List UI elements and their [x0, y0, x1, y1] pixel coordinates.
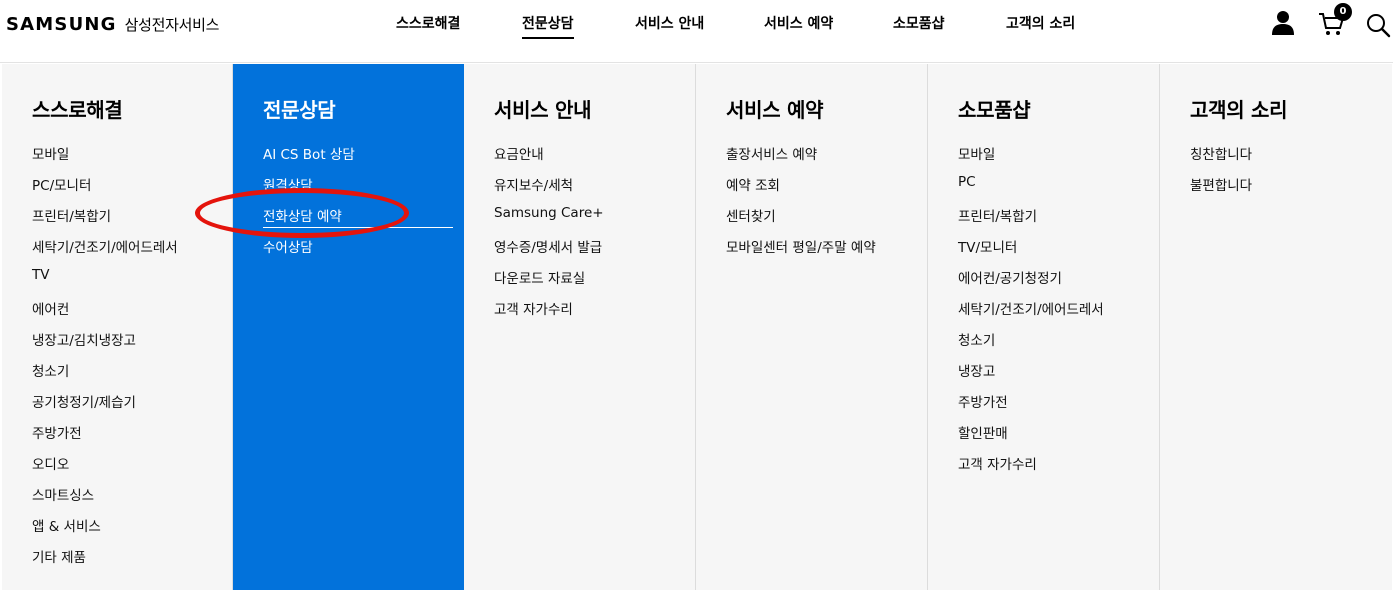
menu-link[interactable]: 수어상담	[263, 236, 453, 267]
logo-wordmark: SAMSUNG	[6, 14, 117, 35]
menu-link[interactable]: 주방가전	[958, 391, 1104, 422]
menu-link[interactable]: 유지보수/세척	[494, 174, 604, 205]
nav-service-info[interactable]: 서비스 안내	[635, 13, 704, 37]
column-title[interactable]: 고객의 소리	[1190, 94, 1287, 123]
menu-column-expert-consult: 전문상담 AI CS Bot 상담 원격상담 전화상담 예약 수어상담	[233, 64, 464, 590]
column-title[interactable]: 전문상담	[263, 94, 336, 123]
menu-link[interactable]: 프린터/복합기	[958, 205, 1104, 236]
menu-link[interactable]: 고객 자가수리	[494, 298, 604, 329]
samsung-service-logo[interactable]: SAMSUNG 삼성전자서비스	[6, 14, 219, 36]
menu-link[interactable]: 모바일센터 평일/주말 예약	[726, 236, 876, 267]
menu-link[interactable]: 주방가전	[32, 422, 178, 453]
menu-link[interactable]: 세탁기/건조기/에어드레서	[32, 236, 178, 267]
menu-link[interactable]: PC/모니터	[32, 174, 178, 205]
menu-column-self-solve: 스스로해결 모바일 PC/모니터 프린터/복합기 세탁기/건조기/에어드레서 T…	[2, 64, 233, 590]
menu-link[interactable]: 공기청정기/제습기	[32, 391, 178, 422]
column-list: 칭찬합니다 불편합니다	[1190, 143, 1252, 205]
menu-link[interactable]: 기타 제품	[32, 546, 178, 577]
nav-service-booking[interactable]: 서비스 예약	[764, 13, 833, 37]
column-title[interactable]: 서비스 예약	[726, 94, 823, 123]
menu-link-current[interactable]: 전화상담 예약	[263, 205, 453, 236]
menu-link[interactable]: 스마트싱스	[32, 484, 178, 515]
menu-column-customer-voice: 고객의 소리 칭찬합니다 불편합니다	[1160, 64, 1392, 590]
menu-link[interactable]: PC	[958, 174, 1104, 205]
column-title[interactable]: 서비스 안내	[494, 94, 591, 123]
menu-link[interactable]: AI CS Bot 상담	[263, 143, 453, 174]
column-title[interactable]: 소모품샵	[958, 94, 1031, 123]
menu-link[interactable]: 고객 자가수리	[958, 453, 1104, 484]
search-icon[interactable]	[1366, 13, 1391, 42]
column-list: AI CS Bot 상담 원격상담 전화상담 예약 수어상담	[263, 143, 453, 267]
menu-link[interactable]: 원격상담	[263, 174, 453, 205]
menu-link[interactable]: 요금안내	[494, 143, 604, 174]
mega-menu: 스스로해결 모바일 PC/모니터 프린터/복합기 세탁기/건조기/에어드레서 T…	[2, 64, 1392, 590]
column-list: 요금안내 유지보수/세척 Samsung Care+ 영수증/명세서 발급 다운…	[494, 143, 604, 329]
menu-link[interactable]: 할인판매	[958, 422, 1104, 453]
menu-link[interactable]: 앱 & 서비스	[32, 515, 178, 546]
current-link-label: 전화상담 예약	[263, 205, 453, 228]
menu-link[interactable]: 모바일	[32, 143, 178, 174]
column-list: 모바일 PC/모니터 프린터/복합기 세탁기/건조기/에어드레서 TV 에어컨 …	[32, 143, 178, 577]
menu-link[interactable]: 영수증/명세서 발급	[494, 236, 604, 267]
menu-link[interactable]: TV/모니터	[958, 236, 1104, 267]
menu-link[interactable]: 청소기	[958, 329, 1104, 360]
menu-link[interactable]: 세탁기/건조기/에어드레서	[958, 298, 1104, 329]
menu-link[interactable]: 다운로드 자료실	[494, 267, 604, 298]
menu-link[interactable]: 오디오	[32, 453, 178, 484]
nav-customer-voice[interactable]: 고객의 소리	[1006, 13, 1075, 37]
menu-link[interactable]: 냉장고/김치냉장고	[32, 329, 178, 360]
nav-expert-consult[interactable]: 전문상담	[522, 13, 574, 39]
menu-link[interactable]: 예약 조회	[726, 174, 876, 205]
menu-column-service-info: 서비스 안내 요금안내 유지보수/세척 Samsung Care+ 영수증/명세…	[464, 64, 696, 590]
cart-count-badge: 0	[1334, 3, 1352, 21]
menu-link[interactable]: 냉장고	[958, 360, 1104, 391]
menu-link[interactable]: 불편합니다	[1190, 174, 1252, 205]
nav-supplies-shop[interactable]: 소모품샵	[893, 13, 945, 37]
site-header: SAMSUNG 삼성전자서비스 스스로해결 전문상담 서비스 안내 서비스 예약…	[0, 0, 1393, 63]
nav-self-solve[interactable]: 스스로해결	[396, 13, 460, 37]
menu-link[interactable]: Samsung Care+	[494, 205, 604, 236]
menu-link[interactable]: 모바일	[958, 143, 1104, 174]
column-list: 모바일 PC 프린터/복합기 TV/모니터 에어컨/공기청정기 세탁기/건조기/…	[958, 143, 1104, 484]
menu-link[interactable]: 칭찬합니다	[1190, 143, 1252, 174]
logo-subtitle: 삼성전자서비스	[124, 16, 220, 34]
column-list: 출장서비스 예약 예약 조회 센터찾기 모바일센터 평일/주말 예약	[726, 143, 876, 267]
menu-link[interactable]: 에어컨	[32, 298, 178, 329]
menu-link[interactable]: TV	[32, 267, 178, 298]
menu-link[interactable]: 프린터/복합기	[32, 205, 178, 236]
menu-link[interactable]: 출장서비스 예약	[726, 143, 876, 174]
menu-link[interactable]: 에어컨/공기청정기	[958, 267, 1104, 298]
menu-link[interactable]: 청소기	[32, 360, 178, 391]
column-title[interactable]: 스스로해결	[32, 94, 123, 123]
menu-column-service-booking: 서비스 예약 출장서비스 예약 예약 조회 센터찾기 모바일센터 평일/주말 예…	[696, 64, 928, 590]
menu-link[interactable]: 센터찾기	[726, 205, 876, 236]
menu-column-supplies-shop: 소모품샵 모바일 PC 프린터/복합기 TV/모니터 에어컨/공기청정기 세탁기…	[928, 64, 1160, 590]
user-icon[interactable]	[1271, 10, 1295, 40]
